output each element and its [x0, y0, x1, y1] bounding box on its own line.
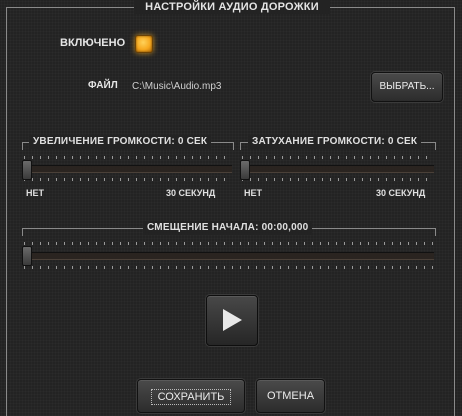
play-button[interactable]: [206, 295, 258, 346]
file-path: C:\Music\Audio.mp3: [132, 81, 222, 92]
offset-track[interactable]: [24, 252, 434, 260]
file-label: ФАЙЛ: [88, 80, 118, 91]
fade-in-ticks-bottom: [24, 178, 232, 181]
fade-out-max-label: 30 СЕКУНД: [376, 188, 426, 198]
start-offset-title: СМЕЩЕНИЕ НАЧАЛА: 00:00,000: [143, 221, 313, 235]
offset-group-right: [435, 228, 436, 236]
offset-ticks-bottom: [24, 266, 434, 269]
fade-out-group-right: [435, 142, 436, 150]
panel-border-top-right: [330, 7, 455, 8]
fade-out-title: ЗАТУХАНИЕ ГРОМКОСТИ: 0 СЕК: [248, 135, 422, 149]
enabled-label: ВКЛЮЧЕНО: [60, 37, 126, 49]
fade-out-ticks-bottom: [242, 178, 434, 181]
fade-in-group-left: [22, 142, 23, 150]
panel-title: НАСТРОЙКИ АУДИО ДОРОЖКИ: [134, 0, 330, 14]
offset-slider-thumb[interactable]: [22, 246, 32, 266]
save-button[interactable]: СОХРАНИТЬ: [137, 379, 245, 413]
cancel-button[interactable]: ОТМЕНА: [256, 379, 325, 413]
fade-in-track[interactable]: [24, 165, 232, 173]
fade-out-slider-thumb[interactable]: [240, 160, 250, 180]
fade-in-max-label: 30 СЕКУНД: [166, 188, 216, 198]
fade-out-group-left: [240, 142, 241, 150]
fade-out-ticks-top: [242, 156, 434, 159]
fade-out-track[interactable]: [242, 165, 434, 173]
browse-button[interactable]: ВЫБРАТЬ...: [371, 72, 443, 102]
offset-group-left: [22, 228, 23, 236]
panel-border-left: [6, 7, 7, 416]
enabled-checkbox[interactable]: [135, 35, 153, 53]
save-button-label: СОХРАНИТЬ: [150, 389, 232, 405]
fade-in-ticks-top: [24, 156, 232, 159]
fade-in-group-right: [233, 142, 234, 150]
offset-ticks-top: [24, 242, 434, 245]
fade-in-slider-thumb[interactable]: [22, 160, 32, 180]
fade-out-min-label: НЕТ: [244, 188, 262, 198]
panel-border-right: [454, 7, 455, 416]
panel-border-top-left: [6, 7, 134, 8]
play-icon: [223, 309, 242, 331]
fade-in-title: УВЕЛИЧЕНИЕ ГРОМКОСТИ: 0 СЕК: [29, 135, 212, 149]
fade-in-min-label: НЕТ: [26, 188, 44, 198]
